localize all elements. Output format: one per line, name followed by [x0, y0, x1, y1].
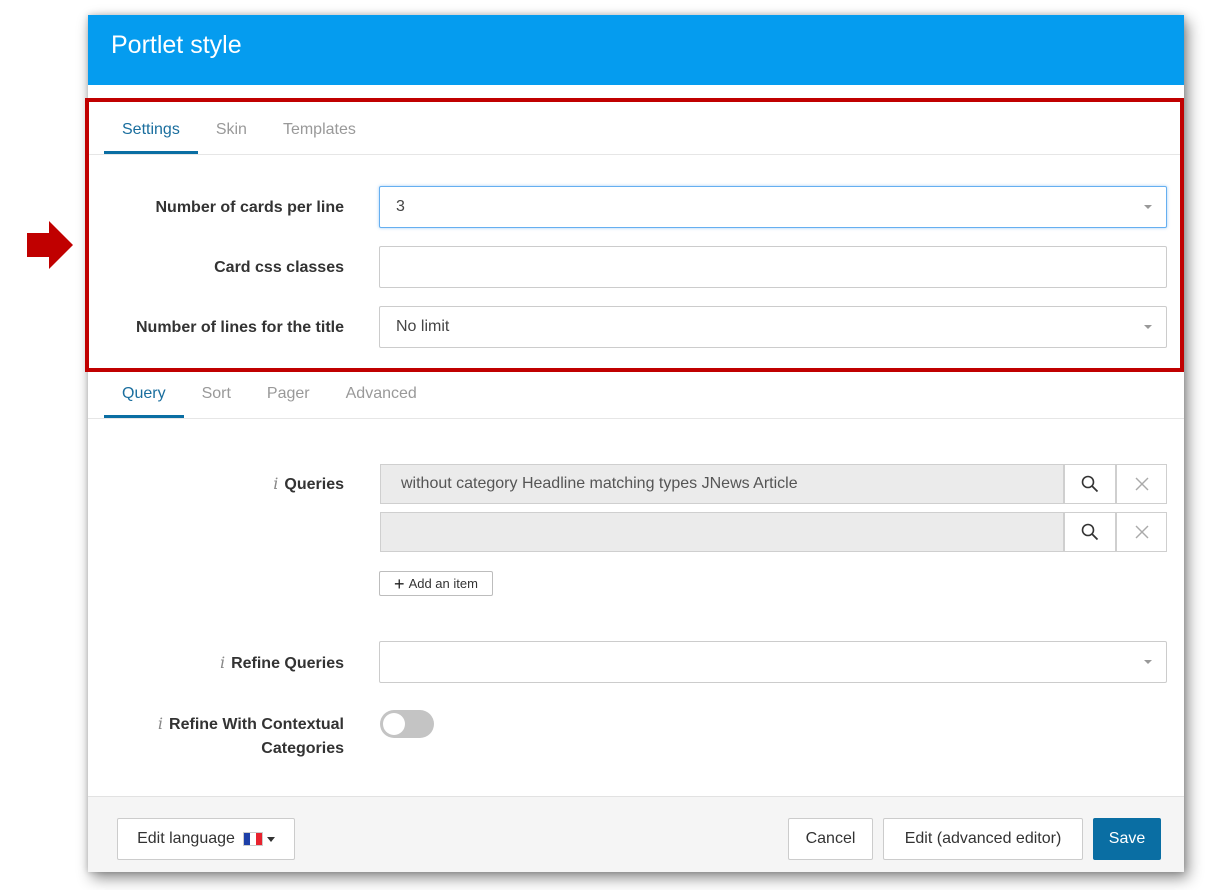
dialog-title: Portlet style: [111, 31, 242, 59]
remove-button[interactable]: [1116, 512, 1167, 552]
contextual-label-line1: Refine With Contextual: [169, 716, 344, 733]
info-icon[interactable]: i: [158, 714, 163, 733]
tabs-divider: [88, 418, 1184, 419]
chevron-down-icon: [266, 836, 275, 842]
tab-query[interactable]: Query: [104, 380, 184, 418]
dialog-footer: Edit language Cancel Edit (advanced edit…: [88, 796, 1184, 872]
plus-icon: +: [394, 573, 405, 594]
queries-label: i Queries: [98, 473, 344, 495]
save-button[interactable]: Save: [1093, 818, 1161, 860]
fr-flag-icon: [242, 832, 263, 846]
highlight-annotation: [85, 98, 1184, 372]
refine-queries-label-text: Refine Queries: [231, 655, 344, 672]
contextual-categories-toggle[interactable]: [380, 710, 434, 738]
refine-queries-label: i Refine Queries: [98, 652, 344, 674]
refine-queries-select[interactable]: [379, 641, 1167, 683]
query-item[interactable]: without category Headline matching types…: [380, 464, 1167, 504]
close-icon: [1135, 525, 1148, 539]
contextual-categories-label: i Refine With Contextual Categories: [98, 712, 344, 761]
info-icon[interactable]: i: [273, 474, 278, 493]
search-icon: [1081, 475, 1099, 493]
advanced-editor-button[interactable]: Edit (advanced editor): [883, 818, 1083, 860]
add-item-label: Add an item: [408, 576, 478, 591]
close-icon: [1135, 477, 1148, 491]
tab-sort[interactable]: Sort: [184, 380, 249, 418]
query-item-text: without category Headline matching types…: [401, 475, 798, 492]
queries-label-text: Queries: [284, 476, 344, 493]
cancel-button[interactable]: Cancel: [788, 818, 873, 860]
search-button[interactable]: [1064, 512, 1116, 552]
remove-button[interactable]: [1116, 464, 1167, 504]
tab-pager[interactable]: Pager: [249, 380, 328, 418]
tab-advanced[interactable]: Advanced: [328, 380, 435, 418]
edit-language-button[interactable]: Edit language: [117, 818, 295, 860]
search-icon: [1081, 523, 1099, 541]
query-item[interactable]: [380, 512, 1167, 552]
pointer-arrow-icon: [27, 221, 73, 269]
edit-language-label: Edit language: [137, 830, 235, 847]
query-tabs: Query Sort Pager Advanced: [104, 380, 435, 418]
dialog-header: Portlet style: [88, 15, 1184, 85]
chevron-down-icon: [1144, 660, 1152, 664]
search-button[interactable]: [1064, 464, 1116, 504]
toggle-knob: [383, 713, 405, 735]
contextual-label-line2: Categories: [261, 740, 344, 757]
info-icon[interactable]: i: [220, 653, 225, 672]
add-item-button[interactable]: + Add an item: [379, 571, 493, 596]
